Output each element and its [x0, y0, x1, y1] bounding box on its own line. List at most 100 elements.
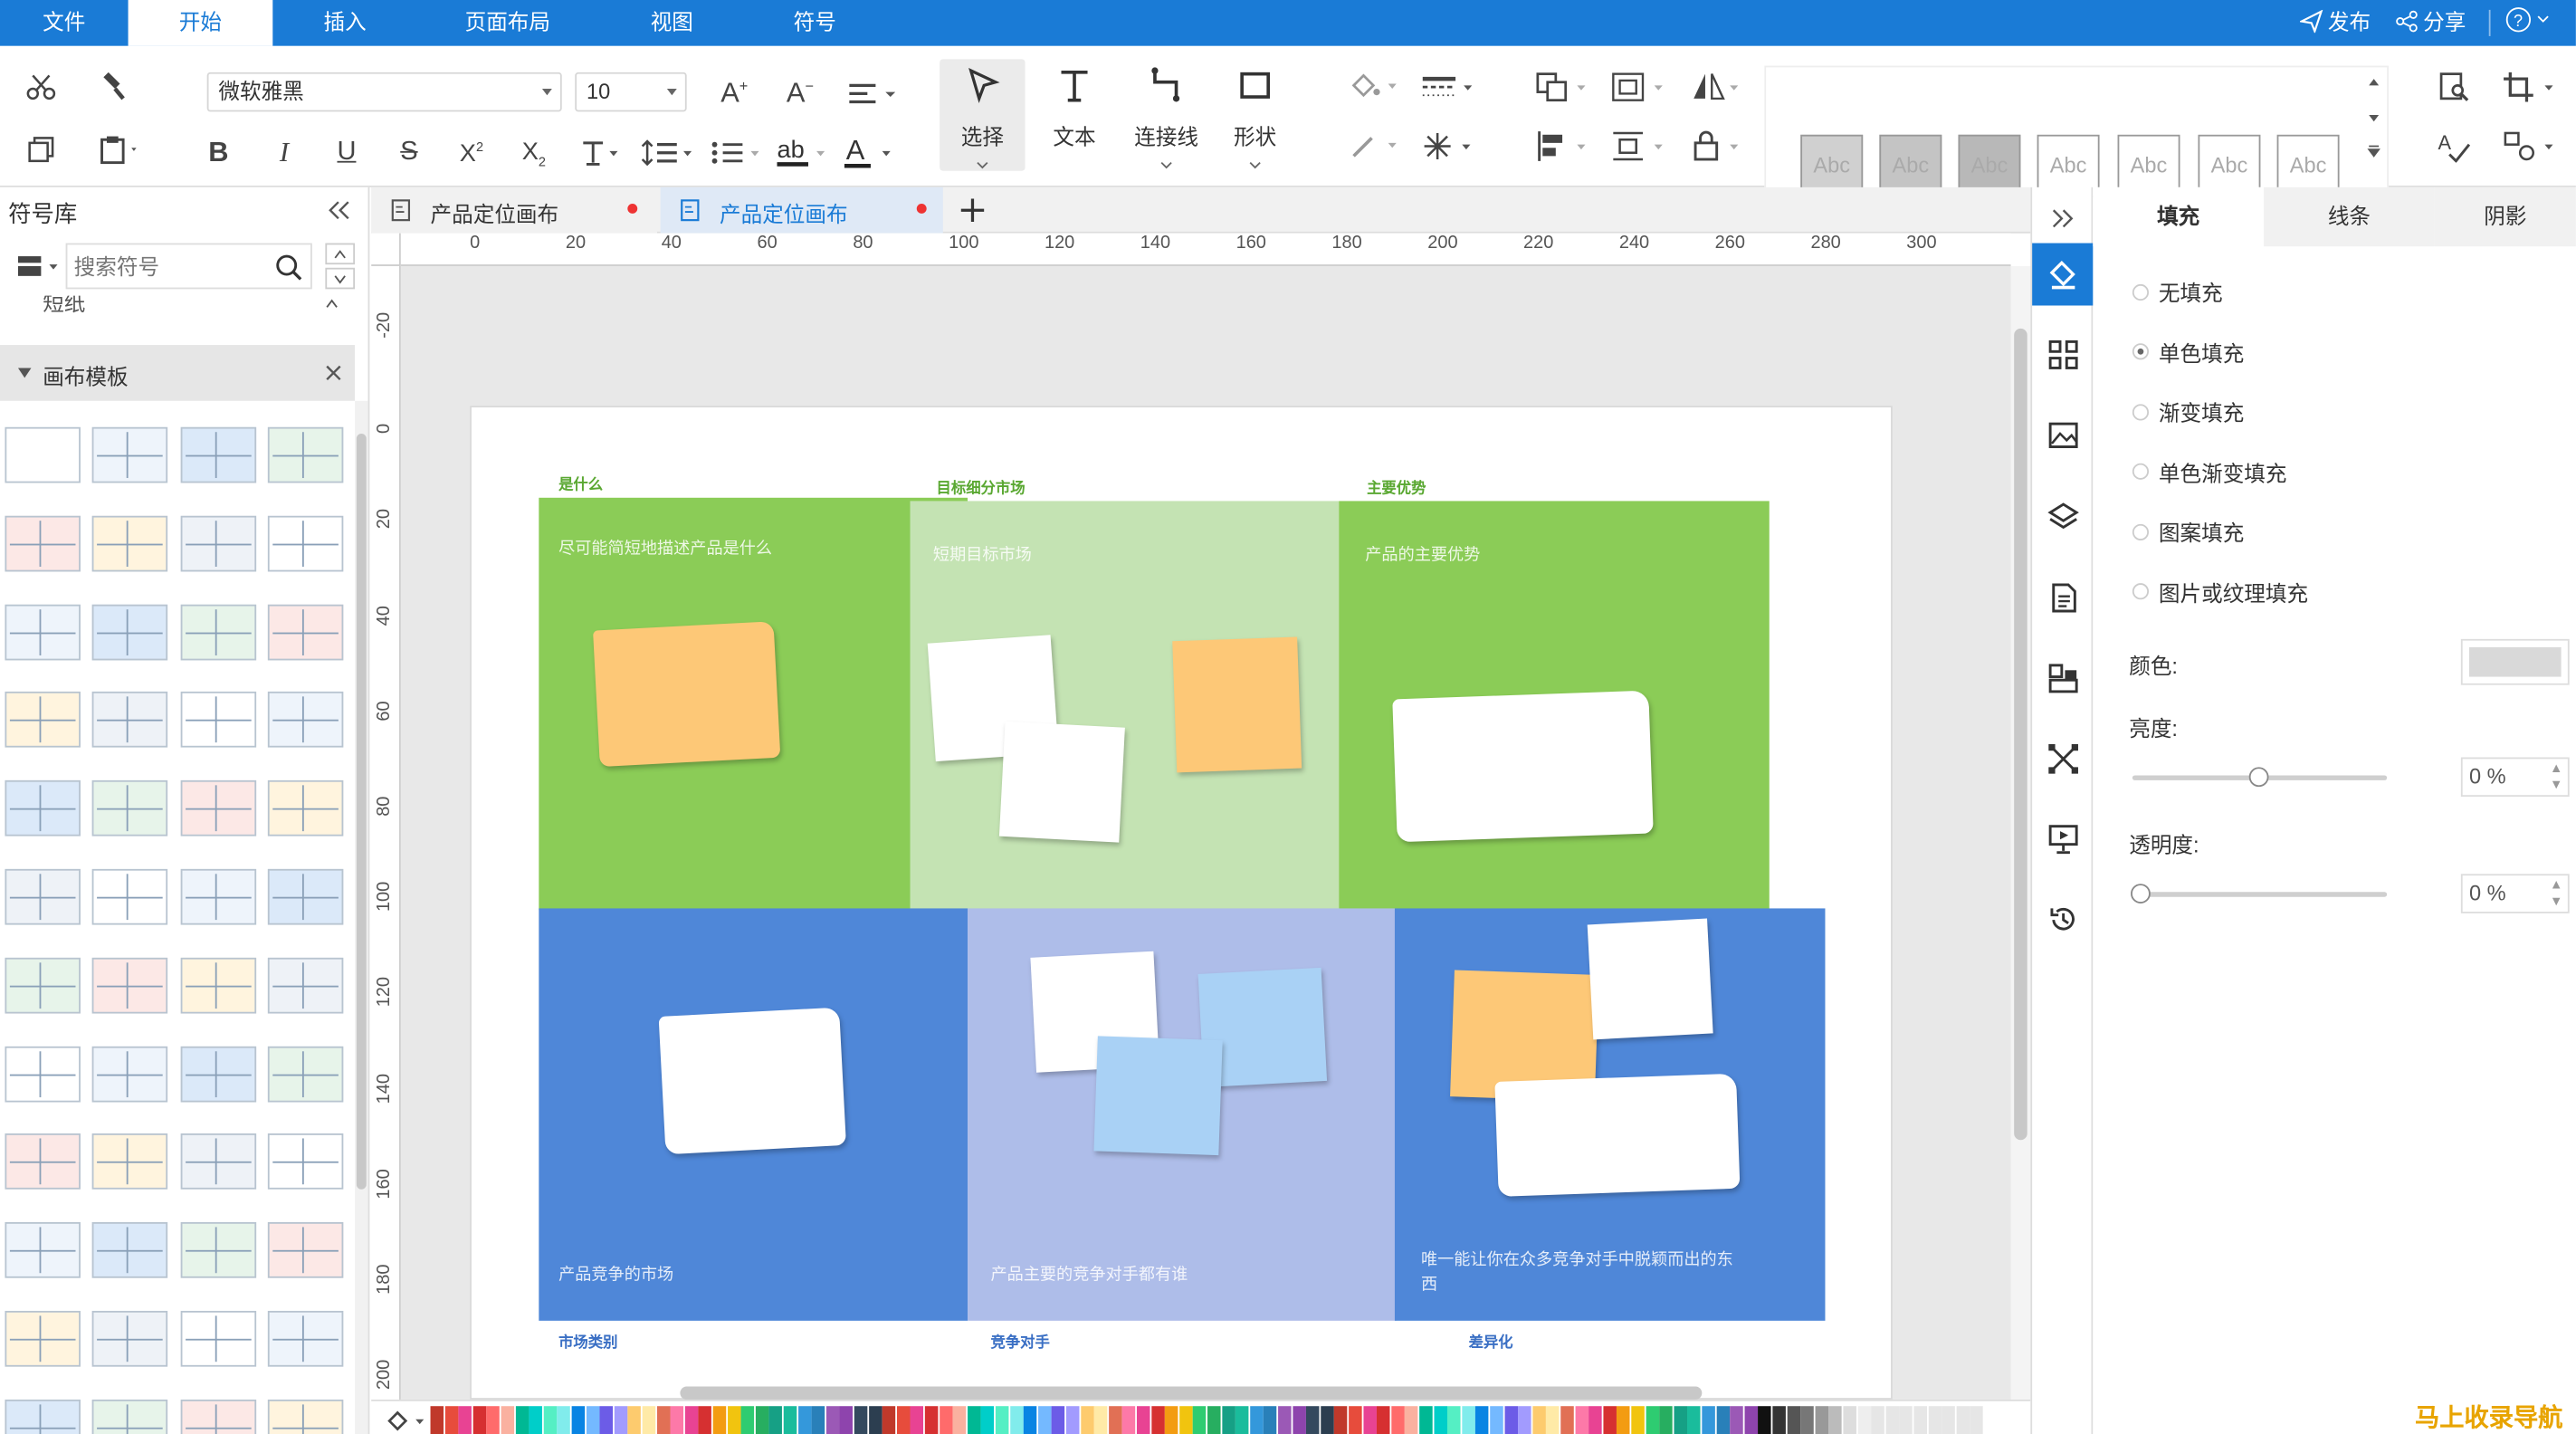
horizontal-scrollbar[interactable]	[680, 1386, 1703, 1400]
palette-swatch[interactable]	[1461, 1406, 1475, 1434]
template-thumbnail[interactable]	[267, 426, 344, 483]
palette-swatch[interactable]	[911, 1406, 924, 1434]
palette-swatch[interactable]	[1913, 1406, 1927, 1434]
palette-swatch[interactable]	[1758, 1406, 1772, 1434]
list-button[interactable]	[706, 131, 765, 174]
previous-section-header[interactable]: 短纸	[0, 296, 369, 319]
palette-swatch[interactable]	[1334, 1406, 1349, 1434]
palette-swatch[interactable]	[1589, 1406, 1602, 1434]
palette-swatch[interactable]	[1631, 1406, 1645, 1434]
canvas-page[interactable]: 是什么 目标细分市场 主要优势 尽可能简短地描述产品是什么 短期目标市场 产品的…	[470, 406, 1893, 1400]
font-size-select[interactable]: 10	[575, 72, 687, 112]
palette-swatch[interactable]	[1264, 1406, 1277, 1434]
palette-swatch[interactable]	[557, 1406, 571, 1434]
sticky-note-orange[interactable]	[593, 621, 781, 768]
data-panel-button[interactable]	[2032, 647, 2094, 710]
brightness-input[interactable]: 0 % ▲ ▼	[2460, 757, 2570, 798]
palette-swatch[interactable]	[967, 1406, 981, 1434]
paste-button[interactable]	[89, 129, 148, 171]
subscript-button[interactable]: X2	[512, 131, 555, 174]
palette-swatch[interactable]	[1390, 1406, 1405, 1434]
palette-swatch[interactable]	[1885, 1406, 1899, 1434]
menu-file[interactable]: 文件	[0, 0, 129, 46]
grow-font-button[interactable]: A+	[713, 72, 756, 115]
sticky-note-white[interactable]	[998, 721, 1125, 843]
palette-swatch[interactable]	[1377, 1406, 1390, 1434]
group-button[interactable]	[1607, 66, 1673, 109]
align-button[interactable]	[841, 72, 900, 115]
template-thumbnail[interactable]	[91, 1310, 168, 1367]
template-thumbnail[interactable]	[91, 1046, 168, 1102]
palette-swatch[interactable]	[868, 1406, 882, 1434]
template-thumbnail[interactable]	[267, 692, 344, 749]
palette-swatch[interactable]	[1857, 1406, 1871, 1434]
template-thumbnail[interactable]	[5, 426, 81, 483]
palette-swatch[interactable]	[1928, 1406, 1942, 1434]
palette-swatch[interactable]	[529, 1406, 543, 1434]
palette-swatch[interactable]	[1249, 1406, 1264, 1434]
palette-swatch[interactable]	[1278, 1406, 1292, 1434]
underline-button[interactable]: U	[325, 131, 367, 174]
palette-swatch[interactable]	[1702, 1406, 1715, 1434]
palette-swatch[interactable]	[882, 1406, 896, 1434]
presentation-panel-button[interactable]	[2032, 808, 2094, 871]
expand-panel-button[interactable]	[2032, 187, 2094, 250]
fill-swatch-icon[interactable]	[385, 1408, 427, 1434]
template-thumbnail[interactable]	[91, 603, 168, 660]
library-menu-button[interactable]	[14, 250, 62, 282]
palette-swatch[interactable]	[1970, 1406, 1984, 1434]
template-thumbnail[interactable]	[91, 515, 168, 572]
help-button[interactable]: ?	[2505, 6, 2550, 33]
template-thumbnail[interactable]	[180, 957, 257, 1014]
sticky-note-white[interactable]	[1587, 918, 1713, 1040]
palette-swatch[interactable]	[472, 1406, 486, 1434]
palette-swatch[interactable]	[1433, 1406, 1447, 1434]
palette-swatch[interactable]	[430, 1406, 444, 1434]
template-thumbnail[interactable]	[180, 1046, 257, 1102]
template-thumbnail[interactable]	[267, 603, 344, 660]
publish-button[interactable]: 发布	[2300, 5, 2371, 35]
palette-swatch[interactable]	[924, 1406, 939, 1434]
palette-swatch[interactable]	[896, 1406, 911, 1434]
palette-swatch[interactable]	[1843, 1406, 1856, 1434]
palette-swatch[interactable]	[642, 1406, 656, 1434]
palette-swatch[interactable]	[1320, 1406, 1334, 1434]
palette-swatch[interactable]	[1744, 1406, 1758, 1434]
arrange-button[interactable]	[1531, 66, 1594, 109]
bold-button[interactable]: B	[197, 131, 240, 174]
tab-line[interactable]: 线条	[2264, 186, 2435, 247]
palette-swatch[interactable]	[1349, 1406, 1362, 1434]
palette-swatch[interactable]	[769, 1406, 783, 1434]
menu-home[interactable]: 开始	[128, 0, 273, 46]
fill-option[interactable]: 渐变填充	[2132, 396, 2244, 426]
fill-color-button[interactable]	[1344, 66, 1403, 109]
palette-swatch[interactable]	[1094, 1406, 1108, 1434]
palette-swatch[interactable]	[458, 1406, 472, 1434]
tab-shadow[interactable]: 阴影	[2434, 186, 2576, 247]
palette-swatch[interactable]	[1532, 1406, 1546, 1434]
palette-swatch[interactable]	[1193, 1406, 1207, 1434]
palette-swatch[interactable]	[825, 1406, 840, 1434]
radio-icon[interactable]	[2132, 463, 2150, 480]
template-thumbnail[interactable]	[180, 1310, 257, 1367]
menu-symbol[interactable]: 符号	[746, 0, 883, 46]
template-thumbnail[interactable]	[5, 1046, 81, 1102]
palette-swatch[interactable]	[1024, 1406, 1037, 1434]
shape-tool[interactable]: 形状	[1212, 59, 1297, 169]
brightness-slider-knob[interactable]	[2248, 767, 2269, 788]
palette-swatch[interactable]	[1292, 1406, 1306, 1434]
text-style-button[interactable]	[575, 131, 624, 174]
line-style-button[interactable]	[1417, 66, 1479, 109]
strikethrough-button[interactable]: S	[387, 131, 430, 174]
transparency-input[interactable]: 0 % ▲ ▼	[2460, 874, 2570, 913]
template-thumbnail[interactable]	[180, 515, 257, 572]
palette-swatch[interactable]	[1899, 1406, 1913, 1434]
palette-swatch[interactable]	[1574, 1406, 1589, 1434]
palette-swatch[interactable]	[1447, 1406, 1461, 1434]
template-thumbnail[interactable]	[5, 603, 81, 660]
palette-swatch[interactable]	[1362, 1406, 1377, 1434]
palette-swatch[interactable]	[740, 1406, 755, 1434]
template-thumbnail[interactable]	[180, 868, 257, 925]
template-thumbnail[interactable]	[180, 426, 257, 483]
sticky-note-blue[interactable]	[1093, 1036, 1223, 1156]
